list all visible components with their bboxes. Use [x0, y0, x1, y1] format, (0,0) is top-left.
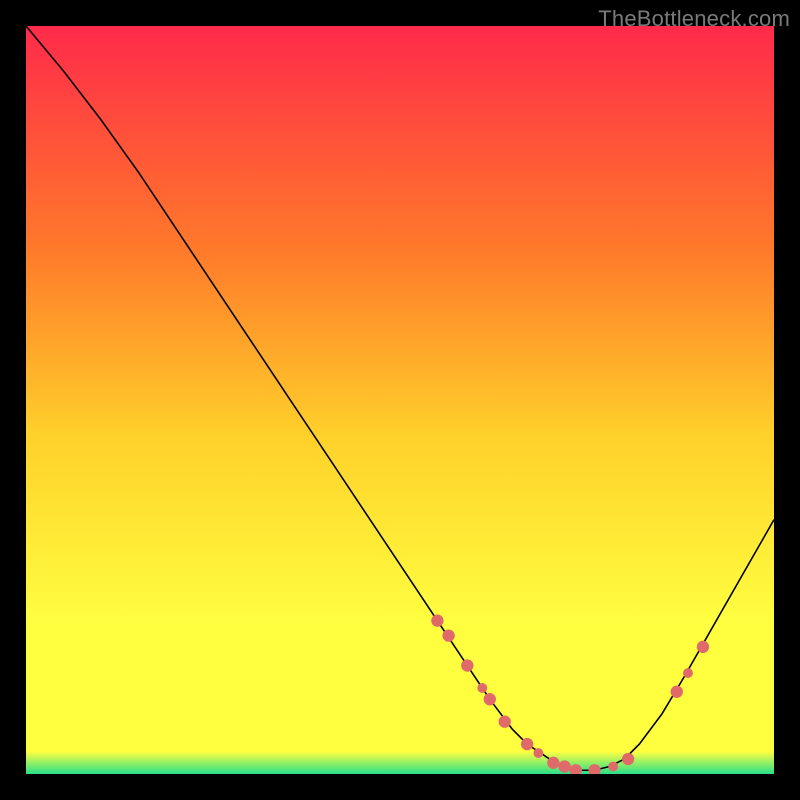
- data-marker: [558, 760, 570, 772]
- chart-container: TheBottleneck.com: [0, 0, 800, 800]
- data-marker: [442, 629, 454, 641]
- data-marker: [431, 614, 443, 626]
- data-marker: [608, 762, 618, 772]
- plot-area: [26, 26, 774, 774]
- bottleneck-chart: [26, 26, 774, 774]
- watermark-text: TheBottleneck.com: [598, 6, 790, 32]
- data-marker: [477, 683, 487, 693]
- data-marker: [521, 738, 533, 750]
- data-marker: [461, 659, 473, 671]
- gradient-background: [26, 26, 774, 774]
- data-marker: [499, 715, 511, 727]
- data-marker: [547, 757, 559, 769]
- data-marker: [622, 753, 634, 765]
- data-marker: [697, 641, 709, 653]
- data-marker: [484, 693, 496, 705]
- data-marker: [671, 686, 683, 698]
- data-marker: [683, 668, 693, 678]
- data-marker: [533, 748, 543, 758]
